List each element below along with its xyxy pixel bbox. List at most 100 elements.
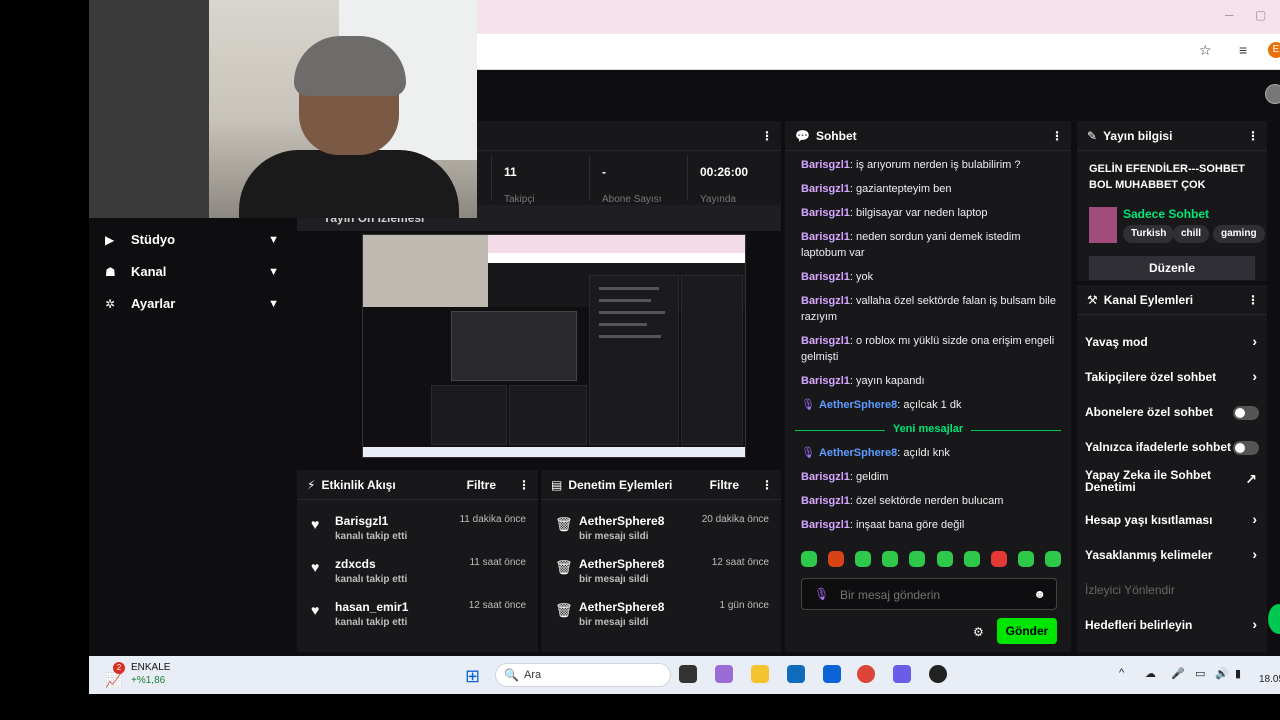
filter-button[interactable]: Filtre: [710, 478, 739, 492]
chat-input-box: 🎙 ☻: [801, 578, 1057, 610]
stream-info-title: Yayın bilgisi: [1103, 128, 1173, 143]
webcam-overlay: [89, 0, 477, 218]
document-icon: ▤: [551, 477, 563, 492]
subscribers-only-toggle[interactable]: [1233, 406, 1259, 420]
category-name[interactable]: Sadece Sohbet: [1123, 207, 1209, 221]
chat-message: 🎙 AetherSphere8: açılcak 1 dk: [801, 399, 962, 411]
chat-message: Barisgzl1: yok: [801, 271, 874, 283]
sidebar: ▶ Stüdyo ▼ ☗ Kanal ▼ ✲ Ayarlar ▼: [89, 226, 295, 322]
sidebar-item-settings[interactable]: ✲ Ayarlar ▼: [89, 290, 295, 322]
chrome-icon[interactable]: [857, 665, 875, 683]
emote-icon[interactable]: [801, 551, 817, 567]
stat-uptime: 00:26:00 Yayında: [687, 155, 781, 205]
list-item: ♥ Barisgzl1 kanalı takip etti 11 dakika …: [311, 514, 526, 542]
kebab-menu-icon[interactable]: ⋮: [761, 478, 773, 492]
chat-settings-gear-icon[interactable]: ⚙: [973, 625, 984, 639]
star-icon[interactable]: ☆: [1199, 42, 1212, 59]
tag-chip[interactable]: gaming: [1213, 225, 1265, 243]
kebab-menu-icon[interactable]: ⋮: [1247, 293, 1259, 307]
edit-stream-info-button[interactable]: Düzenle: [1089, 256, 1255, 280]
category-thumbnail: [1089, 207, 1117, 243]
emoji-icon[interactable]: ☻: [1033, 587, 1046, 601]
action-banned-words[interactable]: Yasaklanmış kelimeler ›: [1077, 538, 1267, 573]
list-item: ♥ hasan_emir1 kanalı takip etti 12 saat …: [311, 600, 526, 628]
sidebar-item-studio[interactable]: ▶ Stüdyo ▼: [89, 226, 295, 258]
clock-time[interactable]: 18.05: [1259, 674, 1280, 685]
emote-icon[interactable]: [990, 551, 1007, 567]
filter-button[interactable]: Filtre: [467, 478, 496, 492]
chevron-right-icon: ›: [1252, 616, 1257, 632]
moderation-title: Denetim Eylemleri: [568, 477, 673, 492]
chat-message-input[interactable]: [840, 585, 1020, 605]
emotes-only-toggle[interactable]: [1233, 441, 1259, 455]
outlook-icon[interactable]: [823, 665, 841, 683]
emote-icon[interactable]: [936, 551, 953, 567]
emote-icon[interactable]: [855, 551, 872, 567]
task-view-icon[interactable]: [679, 665, 697, 683]
minimize-icon[interactable]: ─: [1225, 8, 1234, 22]
chat-message: Barisgzl1: iş arıyorum nerden iş bulabil…: [801, 159, 1021, 171]
action-ai-moderation[interactable]: Yapay Zeka ile Sohbet Denetimi ↗: [1077, 465, 1267, 503]
volume-icon[interactable]: 🔊: [1215, 667, 1229, 680]
copilot-icon[interactable]: [715, 665, 733, 683]
stream-preview-video[interactable]: [362, 234, 746, 458]
kebab-menu-icon[interactable]: ⋮: [1051, 129, 1063, 143]
tag-chip[interactable]: chill: [1173, 225, 1210, 243]
cloud-icon[interactable]: ☁: [1145, 667, 1156, 680]
channel-actions-panel: ⚒ Kanal Eylemleri ⋮ Yavaş mod › Takipçile…: [1077, 285, 1267, 652]
heart-icon: ♥: [311, 516, 320, 532]
chat-message: Barisgzl1: geldim: [801, 471, 889, 483]
emote-icon[interactable]: [909, 551, 926, 567]
trash-icon: 🗑: [555, 602, 573, 618]
kebab-menu-icon[interactable]: ⋮: [1247, 129, 1259, 143]
send-button[interactable]: Gönder: [997, 618, 1057, 644]
maximize-icon[interactable]: ▢: [1255, 8, 1266, 22]
tag-chip[interactable]: Turkish: [1123, 225, 1175, 243]
action-emotes-only: Yalnızca ifadelerle sohbet: [1077, 430, 1267, 465]
chat-message-list: Barisgzl1: iş arıyorum nerden iş bulabil…: [785, 157, 1071, 538]
emote-icon[interactable]: [963, 551, 980, 567]
windows-start-icon[interactable]: ⊞: [465, 666, 480, 687]
trash-icon: 🗑: [555, 559, 573, 575]
preview-webcam: [363, 235, 488, 307]
action-followers-only[interactable]: Takipçilere özel sohbet ›: [1077, 360, 1267, 395]
sidebar-item-channel[interactable]: ☗ Kanal ▼: [89, 258, 295, 290]
media-controls-icon[interactable]: ≡: [1239, 42, 1247, 58]
file-explorer-icon[interactable]: [751, 665, 769, 683]
user-avatar[interactable]: [1265, 84, 1280, 104]
chat-message: Barisgzl1: vallaha özel sektörde falan i…: [801, 295, 1056, 323]
panel-header: ▤ Denetim Eylemleri Filtre ⋮: [541, 470, 781, 500]
store-icon[interactable]: [787, 665, 805, 683]
chevron-up-icon[interactable]: ^: [1119, 667, 1124, 679]
action-goals[interactable]: Hedefleri belirleyin ›: [1077, 608, 1267, 643]
app-icon[interactable]: [893, 665, 911, 683]
stat-followers: 11 Takipçi: [491, 155, 589, 205]
action-account-age[interactable]: Hesap yaşı kısıtlaması ›: [1077, 503, 1267, 538]
emote-icon[interactable]: [882, 551, 899, 567]
obs-icon[interactable]: [929, 665, 947, 683]
microphone-icon: 🎙: [814, 587, 830, 601]
kebab-menu-icon[interactable]: ⋮: [761, 129, 773, 143]
notification-badge: 2: [113, 662, 125, 674]
chat-message: Barisgzl1: yayın kapandı: [801, 375, 925, 387]
emote-icon[interactable]: [1044, 551, 1061, 567]
windows-taskbar: 📈 2 ENKALE +%1,86 ⊞ 🔍 Ara ^ ☁ 🎤 ▭ 🔊 ▮ 18…: [89, 656, 1280, 694]
battery-icon[interactable]: ▮: [1235, 667, 1241, 680]
bottom-black-bar: [0, 694, 1280, 720]
browser-profile-avatar[interactable]: E: [1268, 42, 1280, 58]
emote-icon[interactable]: [1017, 551, 1034, 567]
taskbar-search[interactable]: 🔍 Ara: [495, 663, 671, 687]
display-icon[interactable]: ▭: [1195, 667, 1205, 680]
event-feed-title: Etkinlik Akışı: [321, 477, 396, 492]
emote-icon[interactable]: [828, 551, 845, 567]
left-black-bar: [0, 0, 89, 720]
heart-icon: ♥: [311, 602, 320, 618]
chat-message: Barisgzl1: inşaat bana göre değil: [801, 519, 965, 531]
video-camera-icon: ▶: [105, 233, 115, 247]
chat-bubble-icon: 💬: [795, 128, 810, 143]
microphone-tray-icon[interactable]: 🎤: [1171, 667, 1185, 680]
action-slow-mode[interactable]: Yavaş mod ›: [1077, 325, 1267, 360]
kebab-menu-icon[interactable]: ⋮: [518, 478, 530, 492]
sidebar-item-label: Kanal: [131, 264, 167, 279]
chat-message: Barisgzl1: özel sektörde nerden bulucam: [801, 495, 1004, 507]
